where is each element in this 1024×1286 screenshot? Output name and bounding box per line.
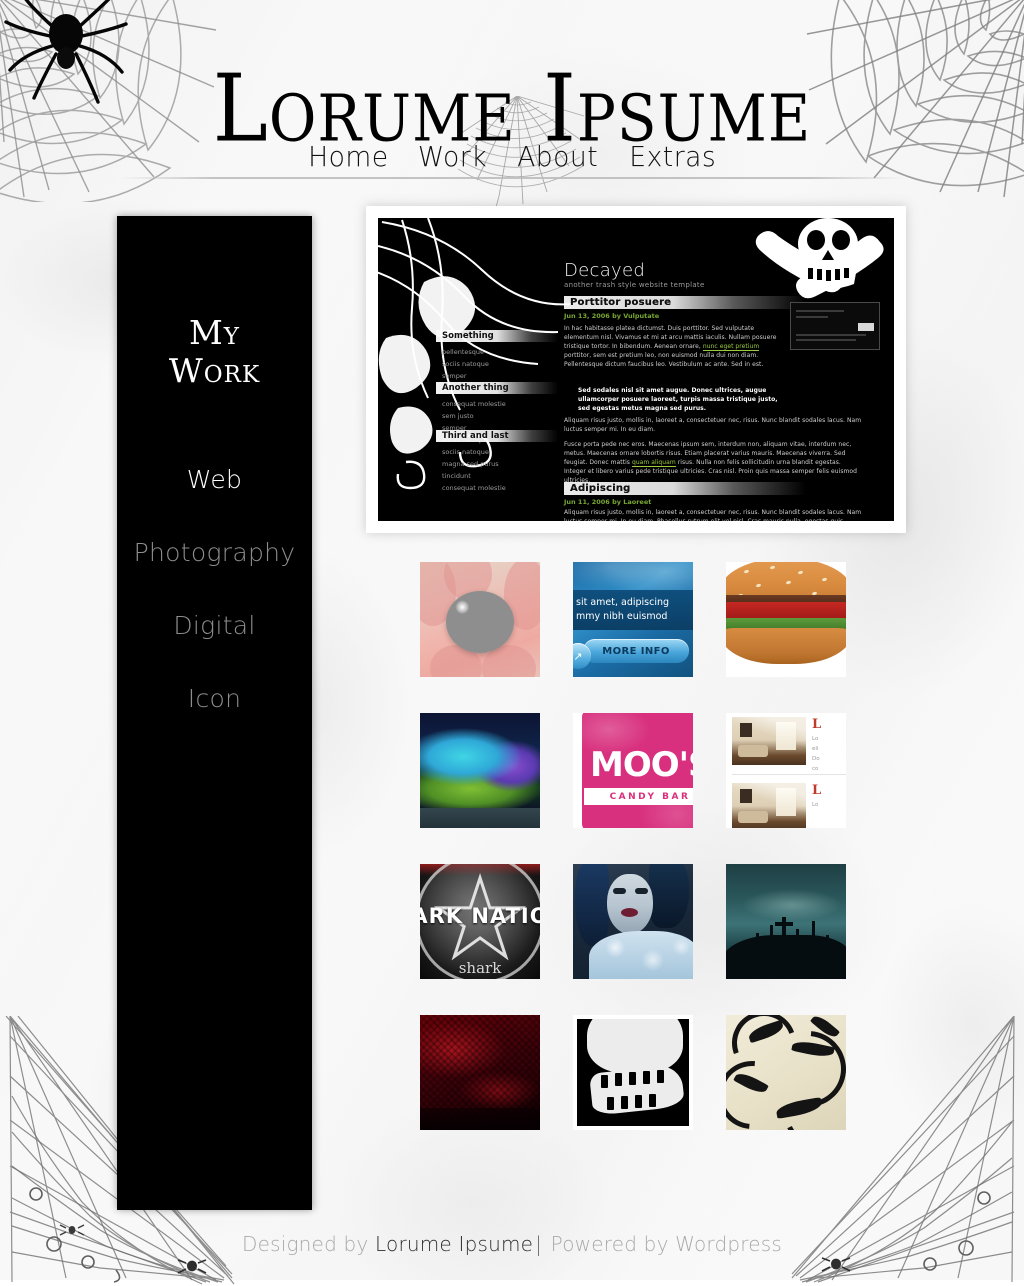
sidebar-menu[interactable]: Web Photography Digital Icon [117, 443, 312, 735]
nav-item-work[interactable]: Work [406, 140, 500, 173]
rhinestone-cluster-icon [446, 590, 514, 653]
post1-blockquote: Sed sodales nisl sit amet augue. Donec u… [578, 387, 778, 413]
listing-heading-2: L [812, 783, 822, 798]
nav-item-about[interactable]: About [505, 140, 611, 173]
sidebar-item-web[interactable]: Web [117, 443, 312, 516]
decayed-title: Decayed [564, 260, 646, 281]
post1-body-a: In hac habitasse platea dictumst. Duis p… [564, 325, 777, 369]
main-navigation[interactable]: Home Work About Extras [0, 140, 1024, 173]
gallery-thumb-skull-artwork[interactable] [573, 1015, 693, 1130]
gallery-thumb-rhinestone-ring[interactable] [420, 562, 540, 677]
post1-body-d: Fusce porta pede nec eros. Maecenas ipsu… [564, 441, 857, 485]
footer-brand[interactable]: Lorume Ipsume [375, 1232, 533, 1256]
site-header: Lorume Ipsume Home Work About Extras [0, 0, 1024, 196]
post1-inline-link[interactable]: nunc eget pretium [702, 343, 760, 352]
sidebar-title-line2: Work [168, 351, 261, 391]
site-footer: Designed by Lorume Ipsume | Powered by Wo… [0, 1232, 1024, 1256]
gallery-thumb-moos-candy-bar[interactable]: MOO'S CANDY BAR [573, 713, 693, 828]
shot-link[interactable]: magna sed purus [442, 458, 506, 470]
gallery-thumb-dark-nation-logo[interactable]: ★ ARK NATIO shark [420, 864, 540, 979]
shot-block1-heading: Another thing [436, 382, 558, 394]
featured-project-image[interactable]: Decayed another trash style website temp… [366, 206, 906, 533]
listing-heading: L [812, 717, 822, 732]
gallery-thumb-gothic-portrait[interactable] [573, 864, 693, 979]
gallery-thumb-red-texture[interactable] [420, 1015, 540, 1130]
banner-line-1: sit amet, adipiscing [576, 597, 670, 609]
nav-item-extras[interactable]: Extras [617, 140, 729, 173]
work-gallery-grid: sit amet, adipiscing mmy nibh euismod MO… [420, 562, 890, 1162]
banner-line-2: mmy nibh euismod [576, 611, 668, 622]
listing-lines-2: Lo [812, 802, 819, 808]
shot-link[interactable]: consequat molestie [442, 398, 506, 410]
shot-link[interactable]: sem justo [442, 410, 506, 422]
moos-wordmark: MOO'S [590, 745, 693, 785]
listing-lines: Lo eli Do co [812, 736, 820, 772]
banner-text-block: sit amet, adipiscing mmy nibh euismod [573, 590, 693, 630]
work-sidebar: My Work Web Photography Digital Icon [117, 216, 312, 1210]
post1-heading: Porttitor posuere [564, 296, 806, 309]
shot-link[interactable]: sociis natoque [442, 358, 489, 370]
room-photo [732, 783, 806, 828]
shot-block2-heading: Third and last [436, 430, 558, 442]
dark-nation-wordmark: ARK NATIO [420, 904, 540, 928]
shot-link[interactable]: pellentesque [442, 346, 489, 358]
post1-body-c: Aliquam risus justo, mollis in, laoreet … [564, 417, 862, 434]
listing-row: L Lo eli Do co [732, 717, 846, 775]
room-photo [732, 717, 806, 765]
post2-body-a: Aliquam risus justo, mollis in, laoreet … [564, 509, 862, 521]
sidebar-item-icon[interactable]: Icon [117, 662, 312, 735]
shot-block2-links: sociis natoque magna sed purus tincidunt… [442, 446, 506, 494]
footer-powered-by: Powered by Wordpress [544, 1232, 782, 1256]
post2-meta: Jun 11, 2006 by Laoreet [564, 498, 652, 506]
post1-inline-link-2[interactable]: quam aliquam [631, 459, 676, 468]
footer-separator: | [535, 1232, 543, 1256]
shot-link[interactable]: consequat molestie [442, 482, 506, 494]
more-info-button[interactable]: MORE INFO [583, 639, 689, 663]
sidebar-title-line1: My [189, 313, 240, 352]
listing-row: L Lo [732, 783, 846, 828]
grunge-thumb-frame [573, 1015, 693, 1130]
dark-nation-subword: shark [458, 959, 502, 977]
gallery-thumb-blue-web-banner[interactable]: sit amet, adipiscing mmy nibh euismod MO… [573, 562, 693, 677]
moos-ribbon: CANDY BAR [584, 788, 693, 805]
gallery-thumb-interior-listing[interactable]: L Lo eli Do co L Lo [726, 713, 846, 828]
sidebar-item-digital[interactable]: Digital [117, 589, 312, 662]
gallery-thumb-aurora-artwork[interactable] [420, 713, 540, 828]
post2-heading: Adipiscing [564, 482, 806, 495]
decayed-tagline: another trash style website template [564, 281, 705, 289]
inline-screenshot-thumb [790, 302, 880, 350]
shot-link[interactable]: semper [442, 370, 489, 382]
shot-block0-heading: Something [436, 330, 558, 342]
sidebar-item-photography[interactable]: Photography [117, 516, 312, 589]
gallery-thumb-hamburger[interactable] [726, 562, 846, 677]
sidebar-title: My Work [117, 313, 312, 391]
footer-designed-by: Designed by [242, 1232, 376, 1256]
shot-link[interactable]: tincidunt [442, 470, 506, 482]
gallery-thumb-filigree-ornament[interactable] [726, 1015, 846, 1130]
post1-meta: Jun 13, 2006 by Vulputate [564, 312, 660, 320]
shot-link[interactable]: sociis natoque [442, 446, 506, 458]
moos-card: MOO'S CANDY BAR [579, 713, 693, 828]
nav-item-home[interactable]: Home [296, 140, 401, 173]
gallery-thumb-dark-landscape[interactable] [726, 864, 846, 979]
decayed-template-screenshot: Decayed another trash style website temp… [378, 218, 894, 521]
